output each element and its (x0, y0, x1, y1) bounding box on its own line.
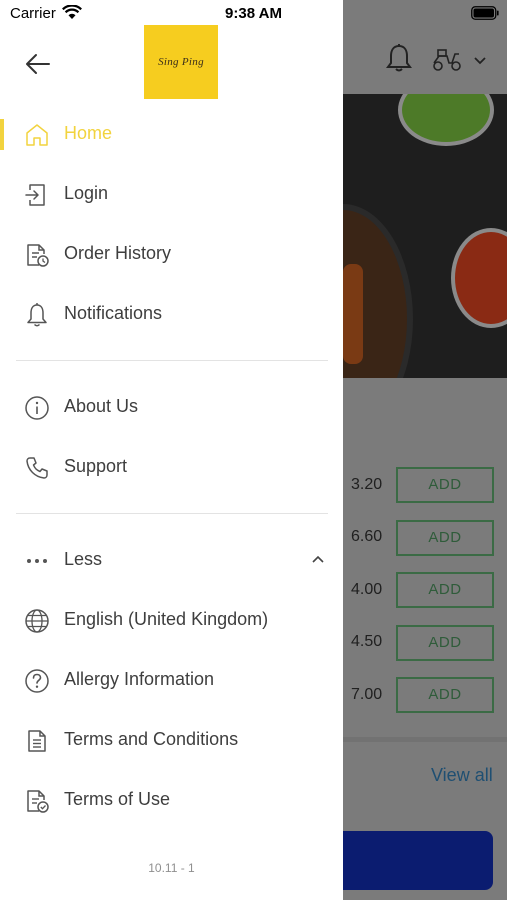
add-button[interactable]: ADD (396, 467, 494, 503)
back-arrow-icon[interactable] (25, 52, 51, 76)
menu-item-label: English (United Kingdom) (64, 609, 269, 629)
menu-toggle-less[interactable]: Less (0, 536, 343, 584)
bell-icon (27, 303, 47, 327)
add-button[interactable]: ADD (396, 677, 494, 713)
document-check-icon (27, 790, 49, 813)
menu-item-label: Home (64, 123, 113, 143)
menu-item-notifications[interactable]: Notifications (0, 290, 343, 338)
menu-item-terms-of-use[interactable]: Terms of Use (0, 776, 343, 824)
login-icon (25, 184, 45, 206)
item-price: 3.20 (351, 476, 383, 493)
phone-icon (26, 457, 48, 479)
globe-icon (25, 609, 49, 633)
home-icon (26, 124, 48, 146)
document-icon (28, 730, 46, 752)
menu-item-terms-and-conditions[interactable]: Terms and Conditions (0, 716, 343, 764)
menu-item-allergy-information[interactable]: Allergy Information (0, 656, 343, 704)
menu-item-label: Login (64, 183, 109, 203)
menu-item-support[interactable]: Support (0, 443, 343, 491)
menu-item-about-us[interactable]: About Us (0, 383, 343, 431)
info-icon (25, 396, 49, 420)
chevron-up-icon[interactable] (311, 554, 325, 564)
menu-item-label: Support (64, 456, 128, 476)
bell-icon (386, 44, 412, 72)
menu-divider (16, 513, 328, 514)
add-button[interactable]: ADD (396, 572, 494, 608)
battery-icon (471, 6, 499, 20)
checkout-button[interactable] (343, 831, 493, 890)
chevron-down-icon (474, 57, 486, 65)
add-button[interactable]: ADD (396, 625, 494, 661)
menu-item-label: Terms and Conditions (64, 729, 239, 749)
menu-item-login[interactable]: Login (0, 170, 343, 218)
restaurant-logo: Sing Ping (144, 25, 218, 99)
view-all-link[interactable]: View all (431, 765, 493, 786)
menu-item-label: About Us (64, 396, 139, 416)
hero-food-image (343, 94, 507, 378)
clock: 9:38 AM (225, 5, 282, 22)
menu-item-label: Less (64, 549, 103, 569)
menu-item-label: Order History (64, 243, 172, 263)
status-bar: Carrier 9:38 AM (0, 0, 507, 26)
item-price: 7.00 (351, 686, 383, 703)
logo-text: Sing Ping (158, 56, 204, 68)
section-divider (343, 737, 507, 742)
item-price: 4.50 (351, 633, 383, 650)
add-button[interactable]: ADD (396, 520, 494, 556)
menu-item-label: Allergy Information (64, 669, 215, 689)
app-version: 10.11 - 1 (148, 861, 195, 875)
menu-item-order-history[interactable]: Order History (0, 230, 343, 278)
delivery-scooter-icon (433, 49, 461, 71)
question-icon (25, 669, 49, 693)
ellipsis-icon (27, 559, 47, 563)
item-price: 4.00 (351, 581, 383, 598)
menu-item-home[interactable]: Home (0, 110, 343, 158)
item-price: 6.60 (351, 528, 383, 545)
order-history-icon (27, 244, 49, 267)
menu-divider (16, 360, 328, 361)
menu-item-label: Terms of Use (64, 789, 171, 809)
navigation-drawer: Sing Ping Home Login Order History Notif… (0, 0, 343, 900)
menu-item-language[interactable]: English (United Kingdom) (0, 596, 343, 644)
menu-item-label: Notifications (64, 303, 163, 323)
